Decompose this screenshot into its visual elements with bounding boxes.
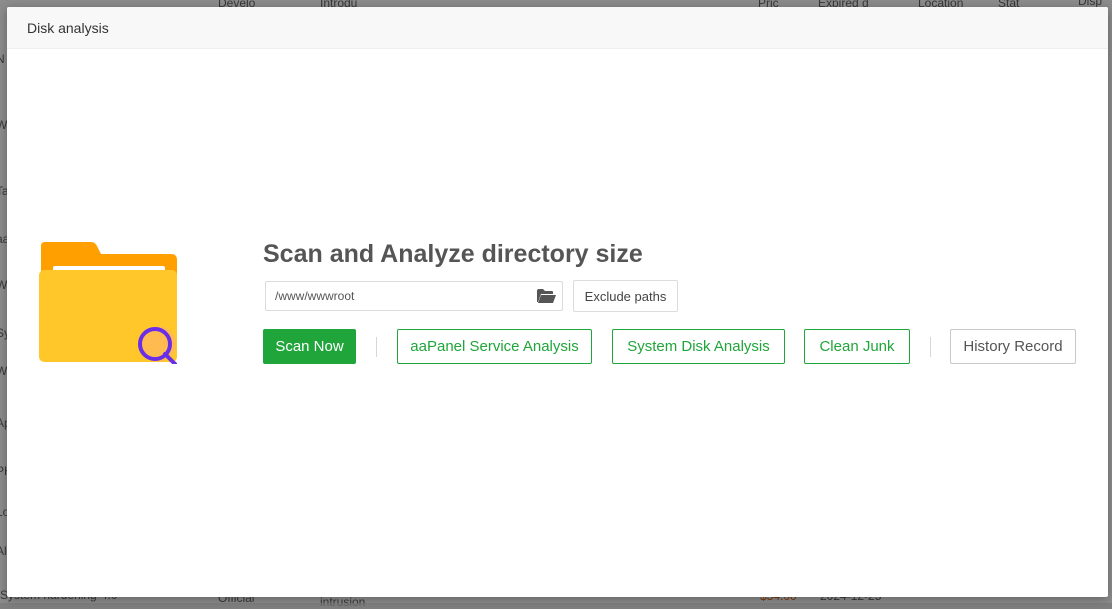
- action-buttons: Scan Now aaPanel Service Analysis System…: [263, 329, 1076, 364]
- dialog-title: Disk analysis: [27, 19, 109, 36]
- scan-now-button[interactable]: Scan Now: [263, 329, 356, 364]
- clean-junk-button[interactable]: Clean Junk: [804, 329, 910, 364]
- divider: [376, 336, 377, 357]
- disk-analysis-dialog: Disk analysis Scan and Analyze directory…: [7, 7, 1108, 597]
- scan-panel: Scan and Analyze directory size /www/www…: [263, 236, 1076, 364]
- system-disk-analysis-button[interactable]: System Disk Analysis: [612, 329, 785, 364]
- folder-search-illustration: [39, 242, 177, 364]
- scan-path-value: /www/wwwroot: [275, 289, 355, 303]
- divider: [930, 336, 931, 357]
- scan-path-input[interactable]: /www/wwwroot: [265, 281, 563, 311]
- path-row: /www/wwwroot Exclude paths: [265, 280, 678, 312]
- folder-open-icon[interactable]: [536, 288, 556, 304]
- aapanel-service-analysis-button[interactable]: aaPanel Service Analysis: [397, 329, 592, 364]
- dialog-header: Disk analysis: [7, 7, 1108, 49]
- history-record-button[interactable]: History Record: [950, 329, 1076, 364]
- scan-heading: Scan and Analyze directory size: [263, 240, 643, 268]
- exclude-paths-button[interactable]: Exclude paths: [573, 280, 678, 312]
